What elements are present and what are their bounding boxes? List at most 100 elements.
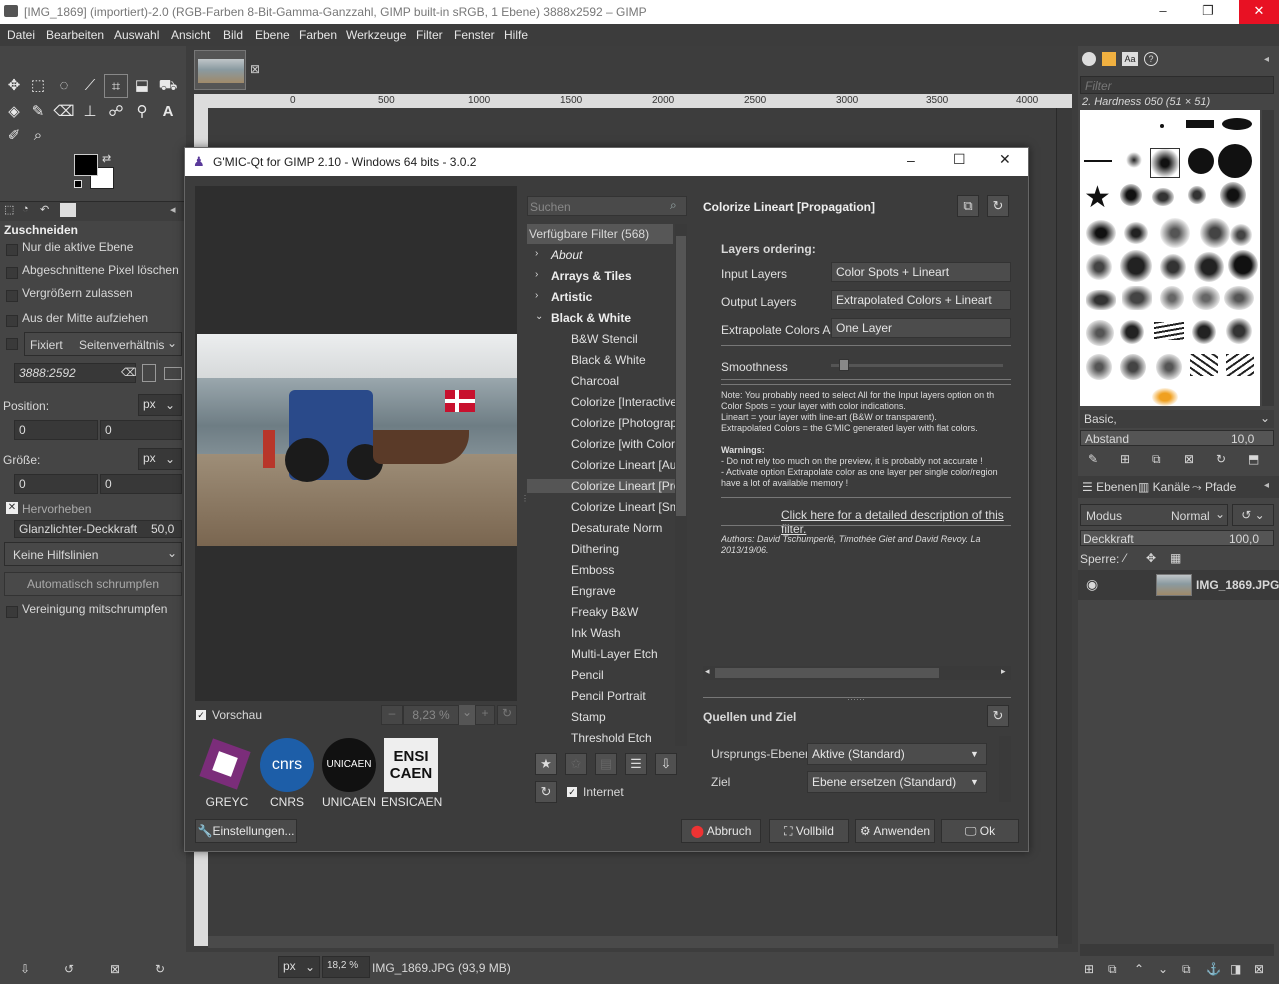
close-button[interactable]: ✕ (1239, 0, 1279, 24)
filter-item[interactable]: Colorize [with Colormap] (571, 437, 675, 451)
menu-hilfe[interactable]: Hilfe (504, 28, 528, 42)
dock-menu-icon[interactable]: ◂ (1264, 54, 1269, 65)
minimize-button[interactable]: – (1143, 0, 1183, 24)
raise-layer-icon[interactable]: ⌃ (1134, 962, 1144, 976)
settings-button[interactable]: 🔧Einstellungen... (195, 819, 297, 843)
target-combo[interactable]: Ebene ersetzen (Standard) ▼ (807, 771, 987, 793)
eraser-tool-icon[interactable]: ⌫ (52, 100, 76, 124)
delete-brush-icon[interactable]: ⊠ (1184, 452, 1194, 466)
lower-layer-icon[interactable]: ⌄ (1158, 962, 1168, 976)
expand-artistic-icon[interactable]: › (535, 290, 538, 301)
reset-params-button[interactable]: ↻ (987, 195, 1009, 217)
layers-dock-menu-icon[interactable]: ◂ (1264, 480, 1269, 491)
expand-collapse-button[interactable]: ⇩ (655, 753, 677, 775)
filter-item[interactable]: B&W Stencil (571, 332, 675, 346)
filter-item[interactable]: Colorize [Interactive] (571, 395, 675, 409)
expand-arrays-icon[interactable]: › (535, 269, 538, 280)
filter-item[interactable]: Charcoal (571, 374, 675, 388)
smudge-tool-icon[interactable]: ☍ (104, 100, 128, 124)
close-tab-icon[interactable]: ⊠ (250, 62, 260, 76)
undo-history-tab-icon[interactable]: ↶ (40, 203, 49, 216)
position-x-input[interactable]: 0 (14, 420, 98, 440)
images-tab-icon[interactable] (60, 203, 76, 217)
menu-auswahl[interactable]: Auswahl (114, 28, 159, 42)
horizontal-scrollbar[interactable] (208, 936, 1058, 948)
input-layers-combo[interactable]: Color Spots + Lineart (831, 262, 1011, 282)
duplicate-layer-icon[interactable]: ⧉ (1182, 962, 1191, 977)
layer-mode-dropdown[interactable]: Modus Normal ⌄ (1080, 504, 1228, 526)
category-about[interactable]: About (551, 248, 582, 262)
new-group-icon[interactable]: ⧉ (1108, 962, 1117, 977)
menu-filter[interactable]: Filter (416, 28, 443, 42)
mask-layer-icon[interactable]: ◨ (1230, 962, 1241, 976)
apply-button[interactable]: ⚙ Anwenden (855, 819, 935, 843)
default-colors-icon[interactable] (74, 180, 82, 188)
zoom-tool-icon[interactable]: ⌕ (26, 124, 50, 148)
rect-select-tool-icon[interactable]: ⬚ (26, 74, 50, 98)
category-arrays-tiles[interactable]: Arrays & Tiles (551, 269, 632, 283)
filter-item[interactable]: Engrave (571, 584, 675, 598)
copy-command-button[interactable]: ⧉ (957, 195, 979, 217)
from-center-option[interactable]: Aus der Mitte aufziehen (0, 311, 186, 333)
vertical-scrollbar[interactable] (1056, 108, 1072, 944)
params-horizontal-scrollbar[interactable]: ◂ ▸ (703, 666, 1011, 680)
menu-bild[interactable]: Bild (223, 28, 243, 42)
expand-about-icon[interactable]: › (535, 248, 538, 259)
fixed-dropdown[interactable]: Fixiert Seitenverhältnis ⌄ (24, 332, 182, 356)
tab-channels[interactable]: ▥ Kanäle (1136, 480, 1192, 494)
layer-opacity-slider[interactable]: Deckkraft 100,0 (1080, 530, 1274, 546)
menu-datei[interactable]: Datei (7, 28, 35, 42)
gmic-maximize-button[interactable]: ☐ (953, 151, 966, 168)
smoothness-slider[interactable] (831, 359, 1003, 371)
filter-item[interactable]: Freaky B&W (571, 605, 675, 619)
filter-item[interactable]: Emboss (571, 563, 675, 577)
gmic-minimize-button[interactable]: – (907, 152, 915, 168)
layers-scrollbar[interactable] (1080, 944, 1274, 956)
lock-position-icon[interactable]: ✥ (1146, 551, 1156, 565)
help-tab-icon[interactable]: ? (1144, 52, 1158, 66)
menu-ebene[interactable]: Ebene (255, 28, 290, 42)
position-unit-dropdown[interactable]: px ⌄ (138, 394, 182, 416)
filter-item[interactable]: Threshold Etch (571, 731, 675, 745)
brush-as-image-icon[interactable]: ⬒ (1248, 452, 1259, 466)
category-black-white[interactable]: Black & White (551, 311, 631, 325)
lock-alpha-icon[interactable]: ▦ (1170, 551, 1181, 565)
landscape-icon[interactable] (164, 367, 182, 380)
menu-werkzeuge[interactable]: Werkzeuge (346, 28, 406, 42)
filter-item[interactable]: Multi-Layer Etch (571, 647, 675, 661)
extrapolate-colors-combo[interactable]: One Layer (831, 318, 1011, 338)
source-layers-combo[interactable]: Aktive (Standard) ▼ (807, 743, 987, 765)
rename-favorite-button[interactable]: ▤ (595, 753, 617, 775)
text-tool-icon[interactable]: A (156, 100, 180, 124)
filter-item[interactable]: Black & White (571, 353, 675, 367)
description-link[interactable]: Click here for a detailed description of… (781, 508, 1011, 536)
delete-options-icon[interactable]: ⊠ (110, 962, 120, 976)
brush-grid[interactable]: ★ (1080, 110, 1260, 406)
shrink-merged-option[interactable]: Vereinigung mitschrumpfen (0, 602, 186, 624)
lasso-tool-icon[interactable]: ◌ (52, 74, 76, 98)
smoothness-slider-handle[interactable] (839, 359, 849, 371)
anchor-layer-icon[interactable]: ⚓ (1206, 962, 1221, 976)
filter-item[interactable]: Stamp (571, 710, 675, 724)
filter-list-scrollbar[interactable] (675, 224, 687, 746)
fullscreen-button[interactable]: ⛶ Vollbild (769, 819, 849, 843)
visibility-list-button[interactable]: ☰ (625, 753, 647, 775)
duplicate-brush-icon[interactable]: ⧉ (1152, 452, 1161, 467)
zoom-reset-button[interactable]: ↻ (497, 705, 517, 725)
filter-search-input[interactable]: Suchen ⌕ (527, 196, 687, 216)
guides-dropdown[interactable]: Keine Hilfslinien ⌄ (4, 542, 182, 566)
splitter-handle[interactable]: ⋮ (521, 494, 529, 508)
swap-colors-icon[interactable]: ⇄ (102, 152, 111, 165)
crop-tool-icon[interactable]: ⌗ (104, 74, 128, 98)
filter-item[interactable]: Colorize Lineart [Auto-Fill] (571, 458, 675, 472)
ratio-field[interactable]: 3888:2592 ⌫ (14, 363, 137, 383)
cancel-button[interactable]: ⬤ Abbruch (681, 819, 761, 843)
highlight-opacity-slider[interactable]: Glanzlichter-Deckkraft 50,0 (14, 520, 182, 538)
fuzzy-select-tool-icon[interactable]: ⟋ (78, 74, 102, 98)
position-y-input[interactable]: 0 (100, 420, 182, 440)
brush-grid-scrollbar[interactable] (1262, 110, 1274, 406)
io-refresh-button[interactable]: ↻ (987, 705, 1009, 727)
collapse-bw-icon[interactable]: ⌄ (535, 311, 543, 322)
layer-row[interactable]: ◉ IMG_1869.JPG (1078, 570, 1279, 600)
output-layers-combo[interactable]: Extrapolated Colors + Lineart (831, 290, 1011, 310)
